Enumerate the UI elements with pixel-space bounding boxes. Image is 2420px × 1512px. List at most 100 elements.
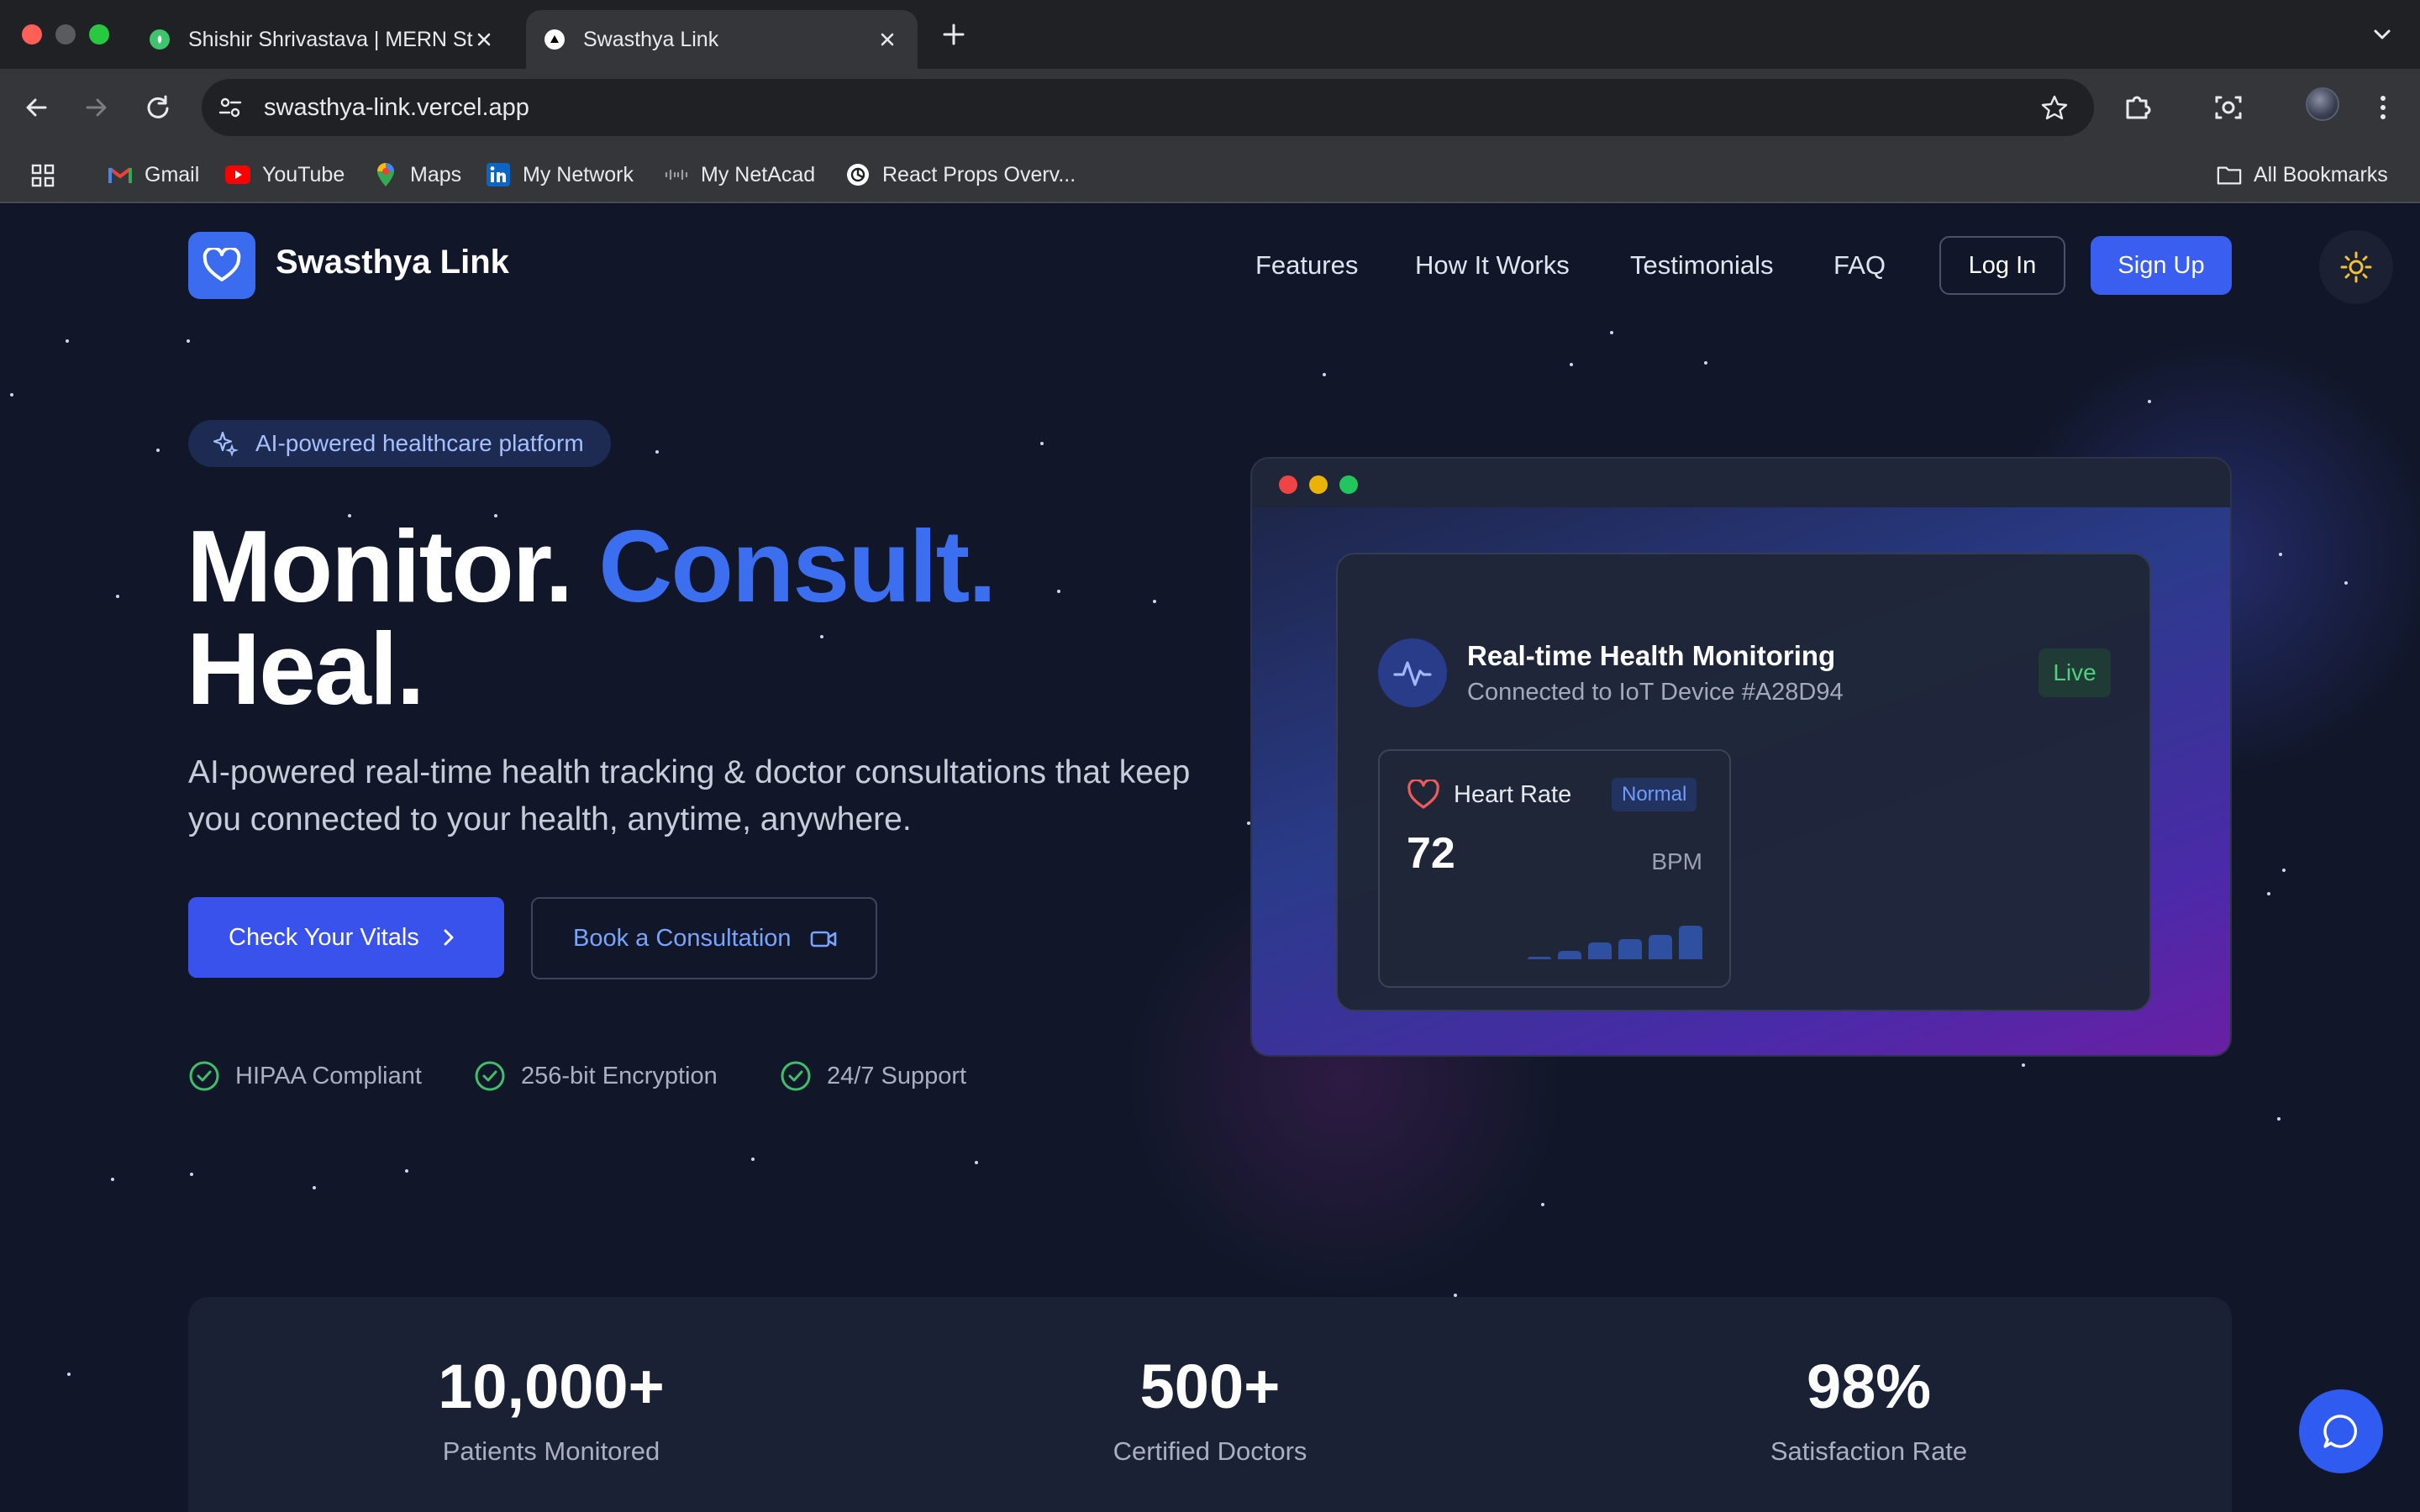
youtube-icon <box>225 162 250 187</box>
book-consultation-button[interactable]: Book a Consultation <box>531 897 877 979</box>
maps-pin-icon <box>373 162 398 187</box>
star-dot <box>655 450 659 454</box>
back-arrow-icon[interactable] <box>18 89 55 126</box>
tab-title: Shishir Shrivastava | MERN St <box>188 27 473 51</box>
apps-grid-icon[interactable] <box>30 163 55 188</box>
gmail-icon <box>108 162 133 187</box>
bookmark-star-icon[interactable] <box>2040 93 2069 122</box>
star-dot <box>1040 442 1044 445</box>
hero-heading-line-1: Monitor. Consult. <box>187 507 997 625</box>
trust-label: 24/7 Support <box>827 1062 967 1089</box>
bookmark-youtube[interactable]: YouTube <box>225 146 345 203</box>
star-dot <box>2282 869 2286 872</box>
star-dot <box>2344 581 2348 585</box>
more-vertical-icon[interactable] <box>2365 89 2402 126</box>
reload-icon[interactable] <box>139 89 176 126</box>
profile-avatar[interactable] <box>2306 87 2339 121</box>
heading-monitor: Monitor. <box>187 509 573 623</box>
sparkline-bar <box>1649 935 1672 959</box>
star-dot <box>1057 590 1060 593</box>
logo-heart-icon[interactable] <box>188 232 255 299</box>
brand-name[interactable]: Swasthya Link <box>276 244 509 281</box>
heading-consult: Consult. <box>598 509 997 623</box>
star-dot <box>67 1373 71 1376</box>
login-button[interactable]: Log In <box>1939 236 2065 295</box>
star-dot <box>313 1186 316 1189</box>
nav-features[interactable]: Features <box>1255 250 1358 281</box>
check-vitals-label: Check Your Vitals <box>229 923 419 951</box>
star-dot <box>1570 363 1573 366</box>
tab-swasthya-link[interactable]: Swasthya Link <box>526 10 918 69</box>
stat-satisfaction-label: Satisfaction Rate <box>1770 1436 1968 1466</box>
forward-arrow-icon[interactable] <box>77 89 114 126</box>
close-window-button[interactable] <box>22 24 42 45</box>
close-icon[interactable] <box>472 28 496 51</box>
book-consultation-label: Book a Consultation <box>573 924 792 952</box>
zoom-window-button[interactable] <box>89 24 109 45</box>
star-dot <box>116 595 119 598</box>
check-vitals-button[interactable]: Check Your Vitals <box>188 897 504 978</box>
sparkline-bar <box>1588 942 1612 959</box>
bookmark-maps[interactable]: Maps <box>373 146 461 203</box>
sparkline-bar <box>1618 939 1642 959</box>
star-dot <box>156 449 160 452</box>
star-dot <box>2022 1063 2025 1067</box>
tab-search-chevron-icon[interactable] <box>2370 22 2395 47</box>
star-dot <box>1323 373 1326 376</box>
chevron-right-icon <box>444 929 454 946</box>
live-status-badge: Live <box>2039 648 2111 697</box>
site-settings-icon[interactable] <box>217 94 244 121</box>
folder-icon <box>2217 162 2242 187</box>
heart-rate-value: 72 <box>1407 829 1455 878</box>
stat-doctors-label: Certified Doctors <box>1113 1436 1307 1466</box>
minimize-window-button[interactable] <box>55 24 76 45</box>
monitoring-device: Connected to IoT Device #A28D94 <box>1467 679 1844 706</box>
close-icon[interactable] <box>876 28 899 51</box>
heart-icon <box>1407 780 1439 809</box>
linkedin-icon <box>486 162 511 187</box>
star-dot <box>1610 331 1613 334</box>
sparkline-bar <box>1558 951 1581 959</box>
all-bookmarks[interactable]: All Bookmarks <box>2217 146 2388 203</box>
web-page: Swasthya Link Features How It Works Test… <box>0 205 2420 1512</box>
theme-toggle-button[interactable] <box>2319 230 2393 304</box>
video-camera-icon <box>810 931 837 948</box>
openai-icon <box>845 162 871 187</box>
check-circle-icon <box>475 1061 505 1091</box>
nav-testimonials[interactable]: Testimonials <box>1630 250 1774 281</box>
nav-faq[interactable]: FAQ <box>1833 250 1886 281</box>
heart-rate-card: Heart Rate Normal 72 BPM <box>1378 749 1731 988</box>
signup-button[interactable]: Sign Up <box>2091 236 2232 295</box>
bookmark-label: React Props Overv... <box>882 162 1076 186</box>
screenshot-lens-icon[interactable] <box>2210 89 2247 126</box>
bookmark-gmail[interactable]: Gmail <box>108 146 199 203</box>
address-bar[interactable]: swasthya-link.vercel.app <box>202 79 2094 136</box>
monitoring-panel: Real-time Health Monitoring Connected to… <box>1336 553 2151 1011</box>
window-dot-red <box>1279 475 1297 494</box>
star-dot <box>66 339 69 343</box>
star-dot <box>2279 553 2282 556</box>
extensions-puzzle-icon[interactable] <box>2119 89 2156 126</box>
bookmark-netacad[interactable]: My NetAcad <box>664 146 815 203</box>
stat-doctors-value: 500+ <box>1139 1352 1281 1421</box>
star-dot <box>187 339 190 343</box>
stat-satisfaction-value: 98% <box>1806 1352 1932 1421</box>
stats-section: 10,000+ Patients Monitored 500+ Certifie… <box>188 1297 2232 1512</box>
badge-label: AI-powered healthcare platform <box>255 430 584 456</box>
stat-patients-value: 10,000+ <box>438 1352 665 1421</box>
bookmark-react-props[interactable]: React Props Overv... <box>845 146 1076 203</box>
nav-how-it-works[interactable]: How It Works <box>1415 250 1570 281</box>
sun-icon <box>2340 251 2372 283</box>
trust-label: HIPAA Compliant <box>235 1062 422 1089</box>
star-dot <box>2267 892 2270 895</box>
star-dot <box>2148 400 2151 403</box>
star-dot <box>405 1169 408 1173</box>
tab-title: Swasthya Link <box>583 27 719 51</box>
sparkline-bar <box>1528 957 1551 959</box>
new-tab-icon[interactable] <box>939 20 968 49</box>
star-dot <box>1153 600 1156 603</box>
bookmark-linkedin[interactable]: My Network <box>486 146 634 203</box>
tab-portfolio[interactable]: Shishir Shrivastava | MERN St <box>131 10 514 69</box>
chat-button[interactable] <box>2299 1389 2383 1473</box>
star-dot <box>1541 1203 1544 1206</box>
